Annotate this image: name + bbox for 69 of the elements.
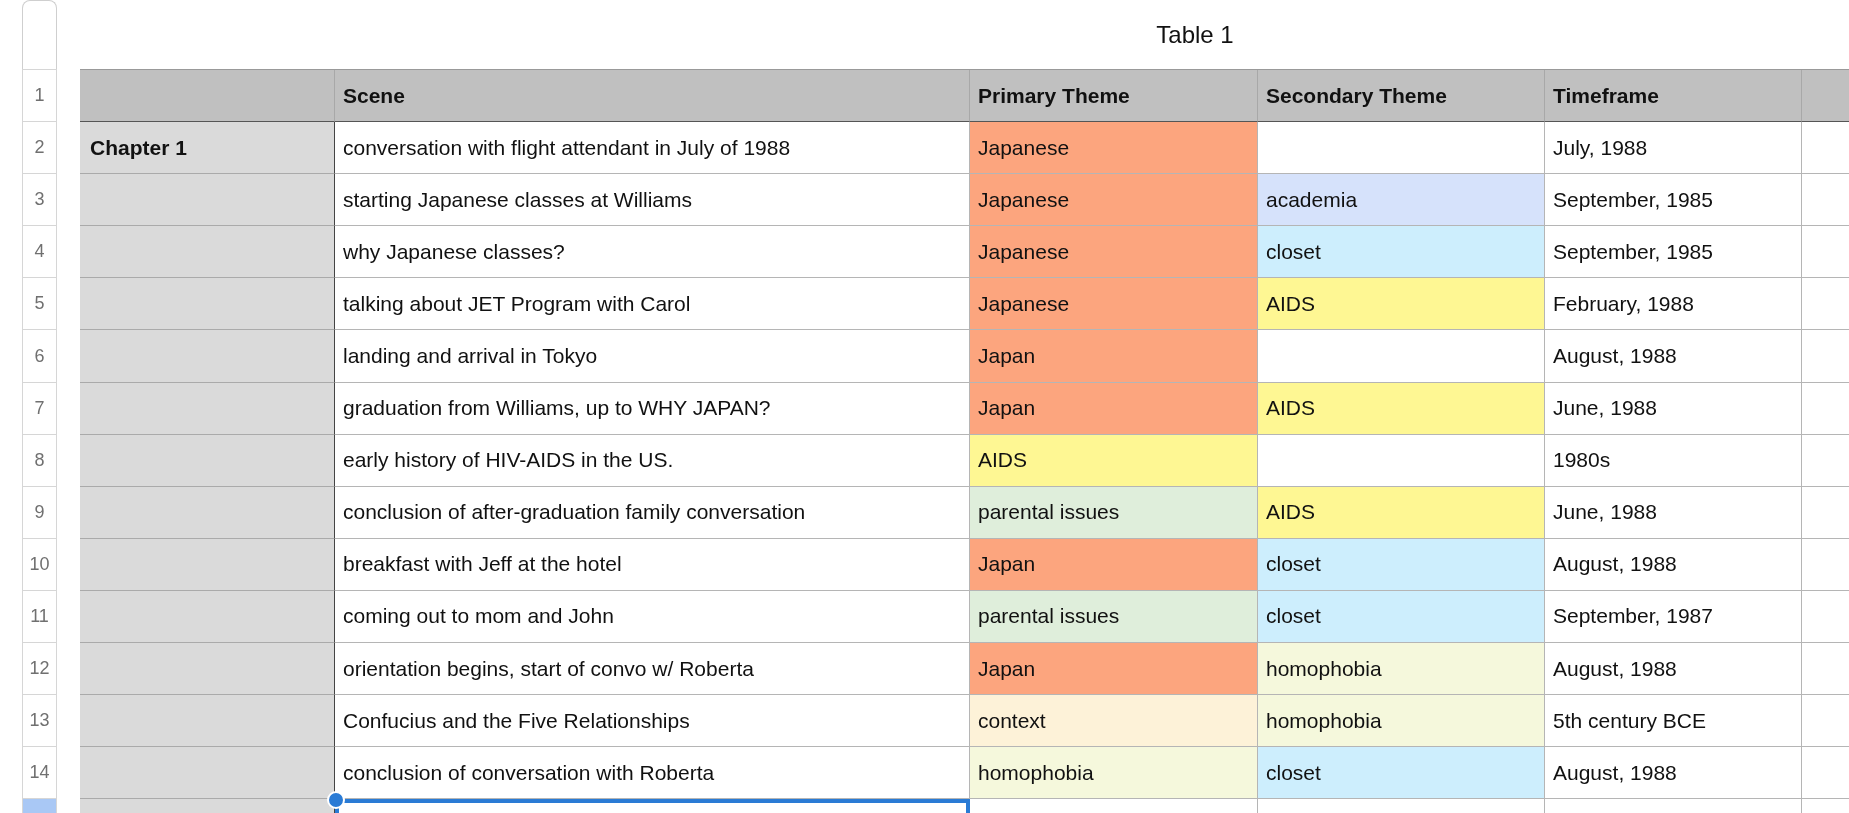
row-header-bar	[22, 0, 57, 69]
table-cell: September, 1985	[1545, 226, 1802, 279]
table-cell: parental issues	[970, 486, 1258, 539]
table-cell: August, 1988	[1545, 538, 1802, 591]
table-cell: orientation begins, start of convo w/ Roberta	[335, 643, 970, 696]
row-number[interactable]: 4	[22, 225, 57, 278]
table-cell: June, 1988	[1545, 382, 1802, 435]
table-cell: closet	[1258, 590, 1545, 644]
table-cell: Japanese	[970, 278, 1258, 331]
row-number[interactable]: 8	[22, 433, 57, 486]
table-cell: conclusion of after-graduation family conversation	[335, 486, 970, 539]
row-number[interactable]: 9	[22, 485, 57, 538]
table-cell: AIDS	[970, 434, 1258, 487]
table-cell: talking about JET Program with Carol	[335, 278, 970, 331]
table-cell: breakfast with Jeff at the hotel	[335, 538, 970, 591]
table-cell: coming out to mom and John	[335, 590, 970, 644]
row-number[interactable]: 7	[22, 381, 57, 434]
table-cell: closet	[1258, 538, 1545, 591]
column-header: Secondary Theme	[1258, 70, 1545, 123]
table-cell: September, 1985	[1545, 174, 1802, 227]
row-number[interactable]: 10	[22, 537, 57, 590]
table-cell: AIDS	[1258, 382, 1545, 435]
table-cell: context	[970, 695, 1258, 748]
table-cell: academia	[1258, 174, 1545, 227]
table-cell: August, 1988	[1545, 330, 1802, 383]
table-cell: Confucius and the Five Relationships	[335, 695, 970, 748]
selection-handle[interactable]	[327, 791, 345, 810]
row-number[interactable]: 5	[22, 277, 57, 330]
table-cell: Japanese	[970, 226, 1258, 279]
table-cell: September, 1987	[1545, 590, 1802, 644]
table-cell: 1980s	[1545, 434, 1802, 487]
table-cell: why Japanese classes?	[335, 226, 970, 279]
table-cell: Japanese	[970, 122, 1258, 175]
table-cell: homophobia	[970, 747, 1258, 800]
column-header: Primary Theme	[970, 70, 1258, 123]
row-number[interactable]: 2	[22, 121, 57, 174]
table-cell: parental issues	[970, 590, 1258, 644]
table-cell: July, 1988	[1545, 122, 1802, 175]
table-cell: Japan	[970, 330, 1258, 383]
table-cell: landing and arrival in Tokyo	[335, 330, 970, 383]
table-cell: AIDS	[1258, 278, 1545, 331]
column-header: Timeframe	[1545, 70, 1802, 123]
row-number[interactable]: 3	[22, 173, 57, 226]
table-cell: August, 1988	[1545, 643, 1802, 696]
table-cell: starting Japanese classes at Williams	[335, 174, 970, 227]
table-cell: 5th century BCE	[1545, 695, 1802, 748]
table-cell: June, 1988	[1545, 486, 1802, 539]
table-cell: Japan	[970, 643, 1258, 696]
table-cell: Japan	[970, 538, 1258, 591]
row-number[interactable]: 13	[22, 694, 57, 747]
row-number[interactable]: 11	[22, 589, 57, 643]
row-number[interactable]: 6	[22, 329, 57, 382]
table-cell: closet	[1258, 226, 1545, 279]
table-cell: August, 1988	[1545, 747, 1802, 800]
table-title: Table 1	[1156, 20, 1234, 49]
table-cell: closet	[1258, 747, 1545, 800]
table-cell: Japanese	[970, 174, 1258, 227]
chapter-cell: Chapter 1	[80, 122, 335, 175]
table-cell: homophobia	[1258, 643, 1545, 696]
table-cell: conversation with flight attendant in July of 1988	[335, 122, 970, 175]
row-number[interactable]: 1	[22, 69, 57, 122]
table-cell: Japan	[970, 382, 1258, 435]
table-cell: February, 1988	[1545, 278, 1802, 331]
table-cell: early history of HIV-AIDS in the US.	[335, 434, 970, 487]
table-cell: AIDS	[1258, 486, 1545, 539]
column-header: Scene	[335, 70, 970, 123]
table-cell: graduation from Williams, up to WHY JAPAN?	[335, 382, 970, 435]
table-cell: homophobia	[1258, 695, 1545, 748]
row-number[interactable]: 12	[22, 642, 57, 695]
